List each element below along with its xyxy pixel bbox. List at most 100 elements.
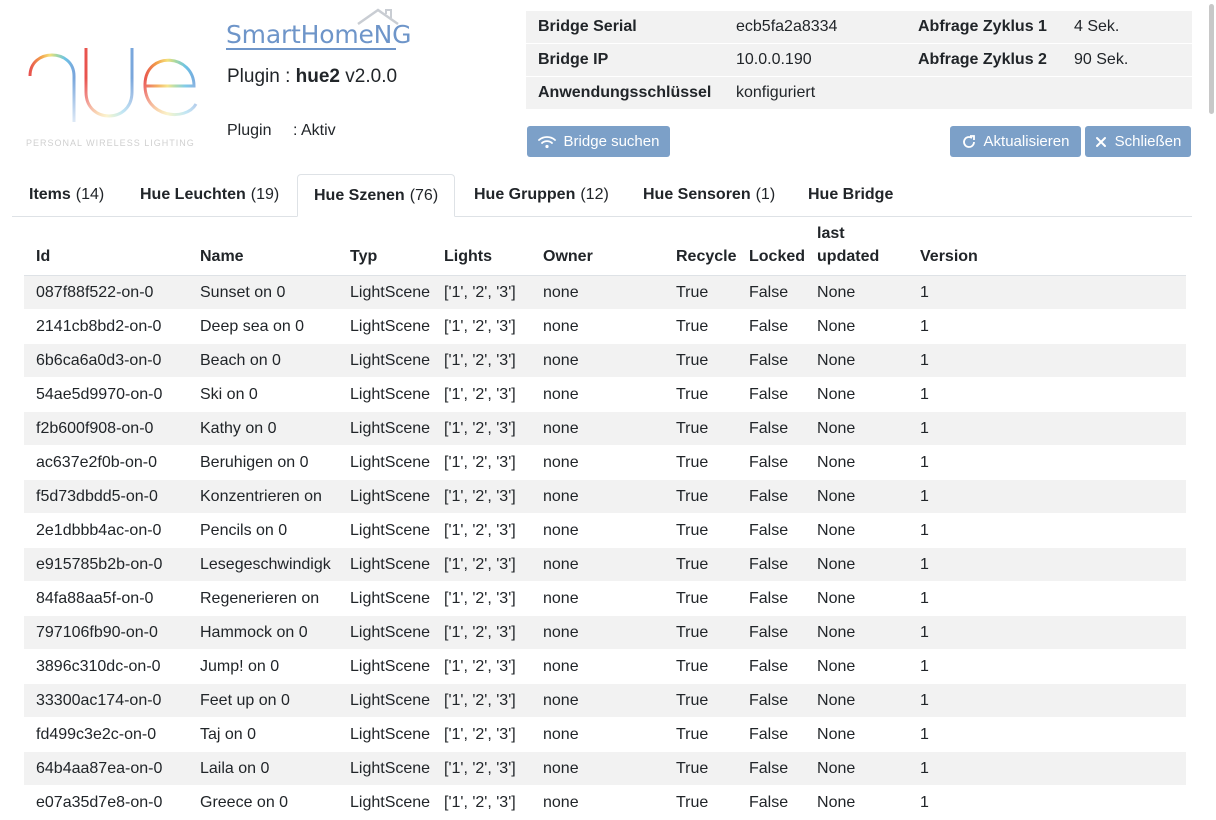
column-header[interactable]: Typ bbox=[338, 222, 432, 276]
column-header[interactable]: Name bbox=[188, 222, 338, 276]
cell-recycle: True bbox=[664, 377, 737, 412]
cycle2-value: 90 Sek. bbox=[1062, 43, 1192, 77]
table-row[interactable]: ac637e2f0b-on-0 Beruhigen on 0 LightScene[… bbox=[24, 445, 1186, 480]
column-header-label: Locked bbox=[749, 248, 806, 265]
table-row[interactable]: 64b4aa87ea-on-0 Laila on 0 LightScene ['1',… bbox=[24, 751, 1186, 786]
tab-hue-sensoren[interactable]: Hue Sensoren (1) bbox=[627, 174, 791, 216]
cell-owner: none bbox=[531, 479, 664, 514]
column-header[interactable]: Lights bbox=[432, 222, 531, 276]
table-row[interactable]: 797106fb90-on-0 Hammock on 0 LightScene ['1… bbox=[24, 615, 1186, 650]
cell-lights: ['1', '2', '3'] bbox=[432, 377, 531, 412]
table-row[interactable]: e07a35d7e8-on-0 Greece on 0 LightScene ['1'… bbox=[24, 785, 1186, 820]
cell-locked: False bbox=[737, 377, 806, 412]
cell-lights: ['1', '2', '3'] bbox=[432, 581, 531, 616]
table-row[interactable]: 2141cb8bd2-on-0 Deep sea on 0 LightScene ['… bbox=[24, 309, 1186, 344]
cell-recycle: True bbox=[664, 581, 737, 616]
tab-hue-szenen[interactable]: Hue Szenen (76) bbox=[297, 174, 456, 217]
cycle1-value: 4 Sek. bbox=[1062, 11, 1192, 44]
close-button[interactable]: Schließen bbox=[1085, 126, 1191, 157]
column-header[interactable]: Locked bbox=[737, 222, 806, 276]
table-row[interactable]: 3896c310dc-on-0 Jump! on 0 LightScene ['1',… bbox=[24, 649, 1186, 684]
bridge-serial-value: ecb5fa2a8334 bbox=[724, 11, 906, 44]
cell-lights: ['1', '2', '3'] bbox=[432, 513, 531, 548]
plugin-status-value: : Aktiv bbox=[293, 122, 336, 139]
cell-id: 3896c310dc-on-0 bbox=[24, 649, 188, 684]
bridge-ip-label: Bridge IP bbox=[526, 43, 724, 77]
cell-owner: none bbox=[531, 275, 664, 310]
cell-lights: ['1', '2', '3'] bbox=[432, 411, 531, 446]
column-header[interactable]: Id bbox=[24, 222, 188, 276]
cell-last-updated: None bbox=[805, 377, 909, 412]
cell-owner: none bbox=[531, 445, 664, 480]
refresh-icon bbox=[962, 134, 975, 148]
plugin-name: hue2 bbox=[295, 66, 341, 87]
tab-hue-leuchten[interactable]: Hue Leuchten (19) bbox=[124, 174, 295, 216]
cell-version: 1 bbox=[908, 513, 1186, 548]
plugin-title-prefix: Plugin : bbox=[227, 66, 296, 87]
plugin-status-label: Plugin bbox=[227, 122, 272, 139]
tab-label: Items bbox=[29, 186, 71, 203]
plugin-title: Plugin : hue2 v2.0.0 bbox=[227, 66, 397, 88]
cell-id: e07a35d7e8-on-0 bbox=[24, 785, 188, 820]
cell-name: Laila on 0 bbox=[188, 751, 338, 786]
table-row[interactable]: f5d73dbdd5-on-0 Konzentrieren on LightScen… bbox=[24, 479, 1186, 514]
cell-owner: none bbox=[531, 751, 664, 786]
table-row[interactable]: e915785b2b-on-0 Lesegeschwindigk LightScen… bbox=[24, 547, 1186, 582]
cell-recycle: True bbox=[664, 615, 737, 650]
cell-type: LightScene bbox=[338, 683, 432, 718]
cell-type: LightScene bbox=[338, 717, 432, 752]
cell-name: Regenerieren on bbox=[188, 581, 338, 616]
column-header[interactable]: last updated bbox=[805, 222, 909, 276]
table-row[interactable]: 84fa88aa5f-on-0 Regenerieren on LightScene… bbox=[24, 581, 1186, 616]
cell-last-updated: None bbox=[805, 275, 909, 310]
tab-count: (12) bbox=[580, 186, 609, 203]
column-header[interactable]: Recycle bbox=[664, 222, 737, 276]
cell-locked: False bbox=[737, 445, 806, 480]
refresh-button[interactable]: Aktualisieren bbox=[950, 126, 1081, 157]
tab-hue-gruppen[interactable]: Hue Gruppen (12) bbox=[458, 174, 625, 216]
cell-owner: none bbox=[531, 377, 664, 412]
cell-recycle: True bbox=[664, 649, 737, 684]
cell-last-updated: None bbox=[805, 343, 909, 378]
table-row[interactable]: fd499c3e2c-on-0 Taj on 0 LightScene ['1', '… bbox=[24, 717, 1186, 752]
cell-id: 84fa88aa5f-on-0 bbox=[24, 581, 188, 616]
scenes-table: Id Name Typ Lights Owner Recycle Locked … bbox=[24, 222, 1186, 820]
table-row[interactable]: 2e1dbbb4ac-on-0 Pencils on 0 LightScene ['1… bbox=[24, 513, 1186, 548]
table-row[interactable]: f2b600f908-on-0 Kathy on 0 LightScene ['1',… bbox=[24, 411, 1186, 446]
cell-locked: False bbox=[737, 785, 806, 820]
cell-owner: none bbox=[531, 785, 664, 820]
cell-version: 1 bbox=[908, 785, 1186, 820]
cell-last-updated: None bbox=[805, 445, 909, 480]
column-header[interactable]: Version bbox=[908, 222, 1186, 276]
table-header-row: Id Name Typ Lights Owner Recycle Locked … bbox=[24, 222, 1186, 276]
cell-name: Deep sea on 0 bbox=[188, 309, 338, 344]
cell-lights: ['1', '2', '3'] bbox=[432, 683, 531, 718]
table-row[interactable]: 54ae5d9970-on-0 Ski on 0 LightScene ['1', '… bbox=[24, 377, 1186, 412]
refresh-label: Aktualisieren bbox=[983, 133, 1070, 150]
cell-name: Hammock on 0 bbox=[188, 615, 338, 650]
tab-hue-bridge[interactable]: Hue Bridge bbox=[792, 174, 909, 216]
cell-id: 6b6ca6a0d3-on-0 bbox=[24, 343, 188, 378]
cell-recycle: True bbox=[664, 751, 737, 786]
bridge-search-button[interactable]: Bridge suchen bbox=[527, 126, 670, 157]
table-row[interactable]: 6b6ca6a0d3-on-0 Beach on 0 LightScene ['1',… bbox=[24, 343, 1186, 378]
cell-version: 1 bbox=[908, 615, 1186, 650]
cell-locked: False bbox=[737, 683, 806, 718]
table-row[interactable]: 087f88f522-on-0 Sunset on 0 LightScene ['1'… bbox=[24, 275, 1186, 310]
cell-last-updated: None bbox=[805, 309, 909, 344]
page-scrollbar[interactable] bbox=[1209, 4, 1214, 114]
cell-name: Konzentrieren on bbox=[188, 479, 338, 514]
plugin-version: v2.0.0 bbox=[340, 66, 398, 87]
column-header[interactable]: Owner bbox=[531, 222, 664, 276]
cell-locked: False bbox=[737, 479, 806, 514]
table-row[interactable]: 33300ac174-on-0 Feet up on 0 LightScene ['1… bbox=[24, 683, 1186, 718]
cell-type: LightScene bbox=[338, 581, 432, 616]
appkey-label: Anwendungsschlüssel bbox=[526, 76, 724, 110]
info-row: Bridge IP 10.0.0.190 Abfrage Zyklus 2 90… bbox=[526, 43, 1192, 77]
cell-recycle: True bbox=[664, 717, 737, 752]
hue-logo: PERSONAL WIRELESS LIGHTING bbox=[26, 18, 201, 154]
cell-version: 1 bbox=[908, 479, 1186, 514]
cell-name: Taj on 0 bbox=[188, 717, 338, 752]
tab-items[interactable]: Items (14) bbox=[13, 174, 120, 216]
tab-label: Hue Szenen bbox=[314, 186, 405, 204]
